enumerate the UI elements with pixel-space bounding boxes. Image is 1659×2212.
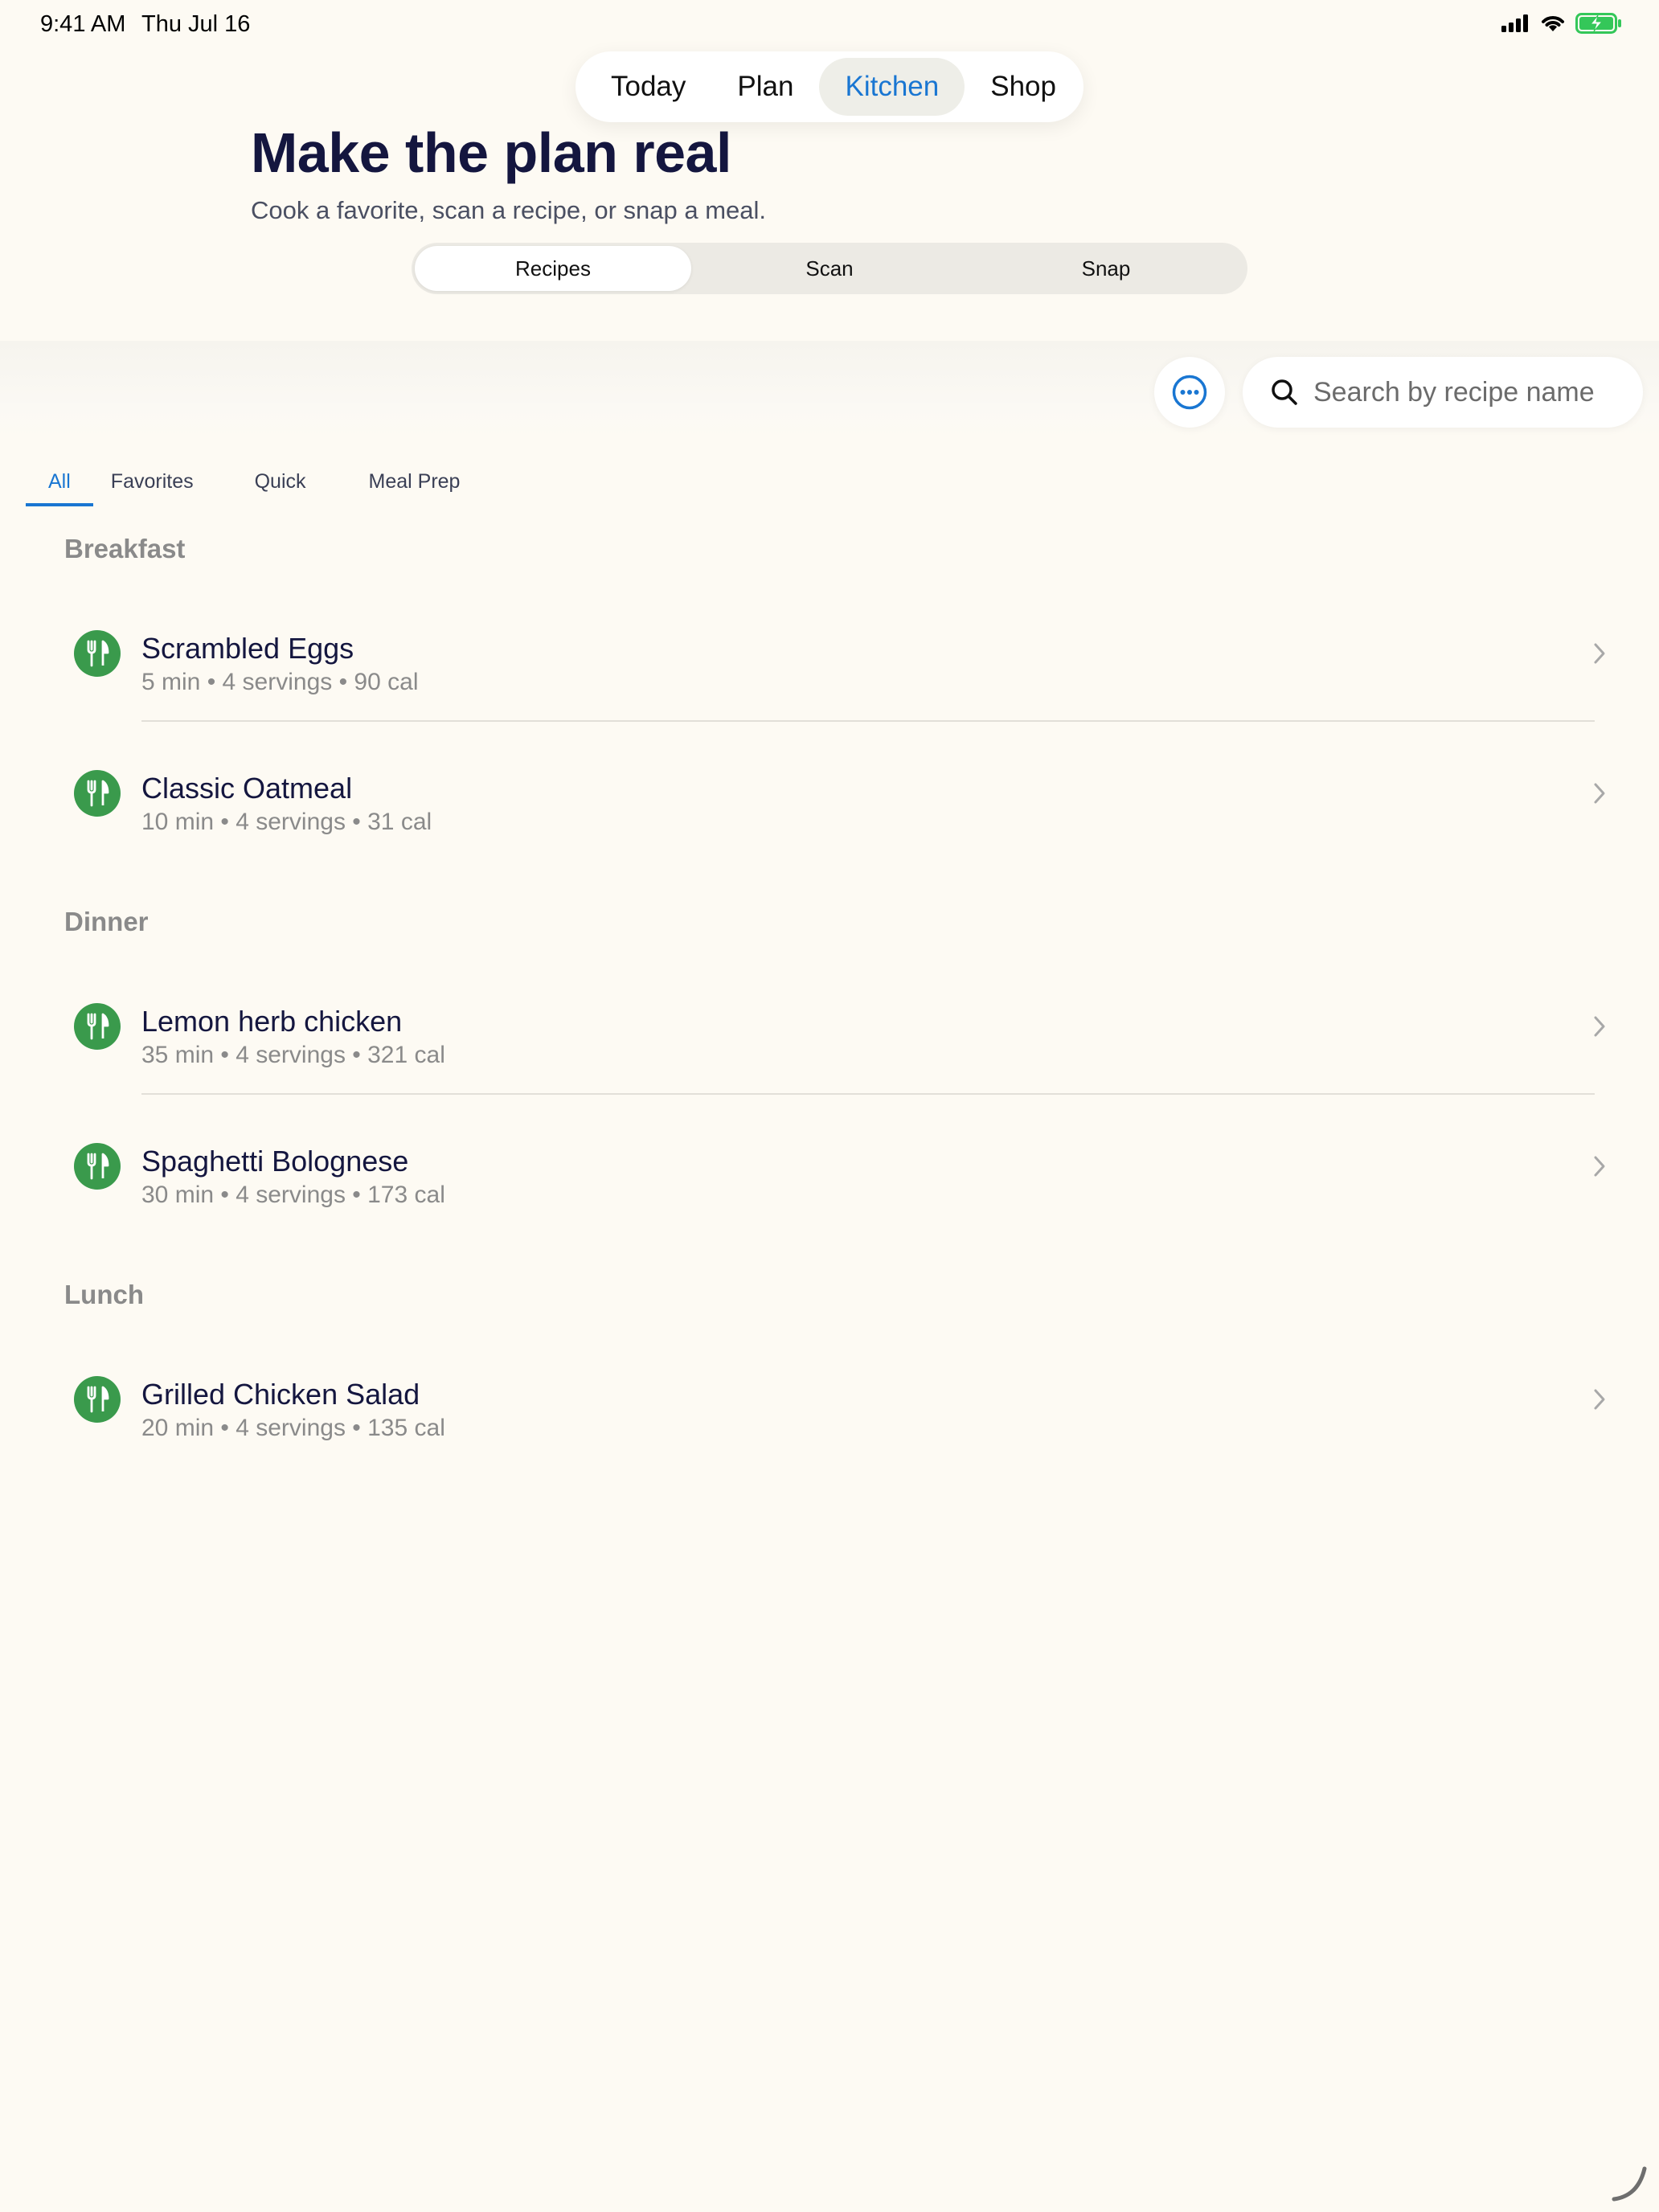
recipe-meta: 10 min • 4 servings • 31 cal <box>141 809 432 835</box>
chevron-right-icon <box>1594 643 1605 664</box>
recipe-icon <box>74 770 121 817</box>
fork-knife-icon <box>87 640 109 667</box>
recipe-icon <box>74 1003 121 1050</box>
recipe-row-classic-oatmeal[interactable]: Classic Oatmeal 10 min • 4 servings • 31… <box>64 741 1608 846</box>
recipe-row-scrambled-eggs[interactable]: Scrambled Eggs 5 min • 4 servings • 90 c… <box>64 601 1608 706</box>
chevron-right-icon <box>1594 1156 1605 1177</box>
section-title-dinner: Dinner <box>64 907 149 936</box>
filter-all[interactable]: All <box>26 466 93 506</box>
page-subtitle: Cook a favorite, scan a recipe, or snap … <box>251 196 766 224</box>
chevron-right-icon <box>1594 783 1605 804</box>
filter-quick[interactable]: Quick <box>255 466 306 506</box>
nav-shop[interactable]: Shop <box>965 58 1082 116</box>
fork-knife-icon <box>87 780 109 807</box>
recipe-icon <box>74 630 121 677</box>
recipe-name: Classic Oatmeal <box>141 772 353 805</box>
recipe-meta: 5 min • 4 servings • 90 cal <box>141 669 419 695</box>
fork-knife-icon <box>87 1013 109 1040</box>
recipe-meta: 20 min • 4 servings • 135 cal <box>141 1415 445 1441</box>
wifi-icon <box>1542 16 1564 31</box>
fork-knife-icon <box>87 1386 109 1413</box>
filter-tabs: All Favorites Quick Meal Prep <box>26 466 460 506</box>
status-indicators <box>1501 13 1622 34</box>
segment-recipes[interactable]: Recipes <box>415 246 691 291</box>
recipe-icon <box>74 1143 121 1190</box>
chevron-right-icon <box>1594 1016 1605 1037</box>
status-date: Thu Jul 16 <box>141 11 251 37</box>
filter-meal-prep[interactable]: Meal Prep <box>369 466 461 506</box>
mode-segmented-control: Recipes Scan Snap <box>412 243 1247 294</box>
top-nav: Today Plan Kitchen Shop <box>576 51 1083 122</box>
filter-favorites[interactable]: Favorites <box>111 466 194 506</box>
recipe-name: Grilled Chicken Salad <box>141 1378 420 1411</box>
segment-snap[interactable]: Snap <box>968 246 1244 291</box>
more-button[interactable] <box>1154 357 1225 428</box>
chevron-right-icon <box>1594 1389 1605 1410</box>
more-icon <box>1172 375 1207 410</box>
recipe-row-grilled-chicken-salad[interactable]: Grilled Chicken Salad 20 min • 4 serving… <box>64 1347 1608 1452</box>
resize-corner-icon[interactable] <box>1609 2164 1649 2204</box>
status-time: 9:41 AM <box>40 11 126 37</box>
search-bar <box>1243 357 1643 428</box>
row-divider <box>141 720 1595 722</box>
segment-scan[interactable]: Scan <box>691 246 968 291</box>
search-icon <box>1272 379 1297 405</box>
row-divider <box>141 1093 1595 1095</box>
recipe-row-lemon-herb-chicken[interactable]: Lemon herb chicken 35 min • 4 servings •… <box>64 974 1608 1079</box>
recipe-meta: 30 min • 4 servings • 173 cal <box>141 1182 445 1208</box>
nav-plan[interactable]: Plan <box>711 58 819 116</box>
recipe-name: Spaghetti Bolognese <box>141 1145 409 1178</box>
recipe-name: Scrambled Eggs <box>141 632 354 665</box>
recipe-name: Lemon herb chicken <box>141 1005 403 1038</box>
recipe-meta: 35 min • 4 servings • 321 cal <box>141 1042 445 1068</box>
fork-knife-icon <box>87 1153 109 1180</box>
nav-today[interactable]: Today <box>585 58 711 116</box>
search-input[interactable] <box>1313 376 1619 408</box>
kitchen-screen: 9:41 AM Thu Jul 16 Today Plan Kitchen Sh… <box>0 0 1659 2212</box>
recipe-row-spaghetti-bolognese[interactable]: Spaghetti Bolognese 30 min • 4 servings … <box>64 1114 1608 1219</box>
section-title-lunch: Lunch <box>64 1280 144 1309</box>
battery-charging-icon <box>1575 13 1621 34</box>
page-title: Make the plan real <box>251 121 731 184</box>
recipe-icon <box>74 1376 121 1423</box>
section-title-breakfast: Breakfast <box>64 534 186 563</box>
nav-kitchen[interactable]: Kitchen <box>819 58 965 116</box>
cellular-signal-icon <box>1501 14 1528 32</box>
